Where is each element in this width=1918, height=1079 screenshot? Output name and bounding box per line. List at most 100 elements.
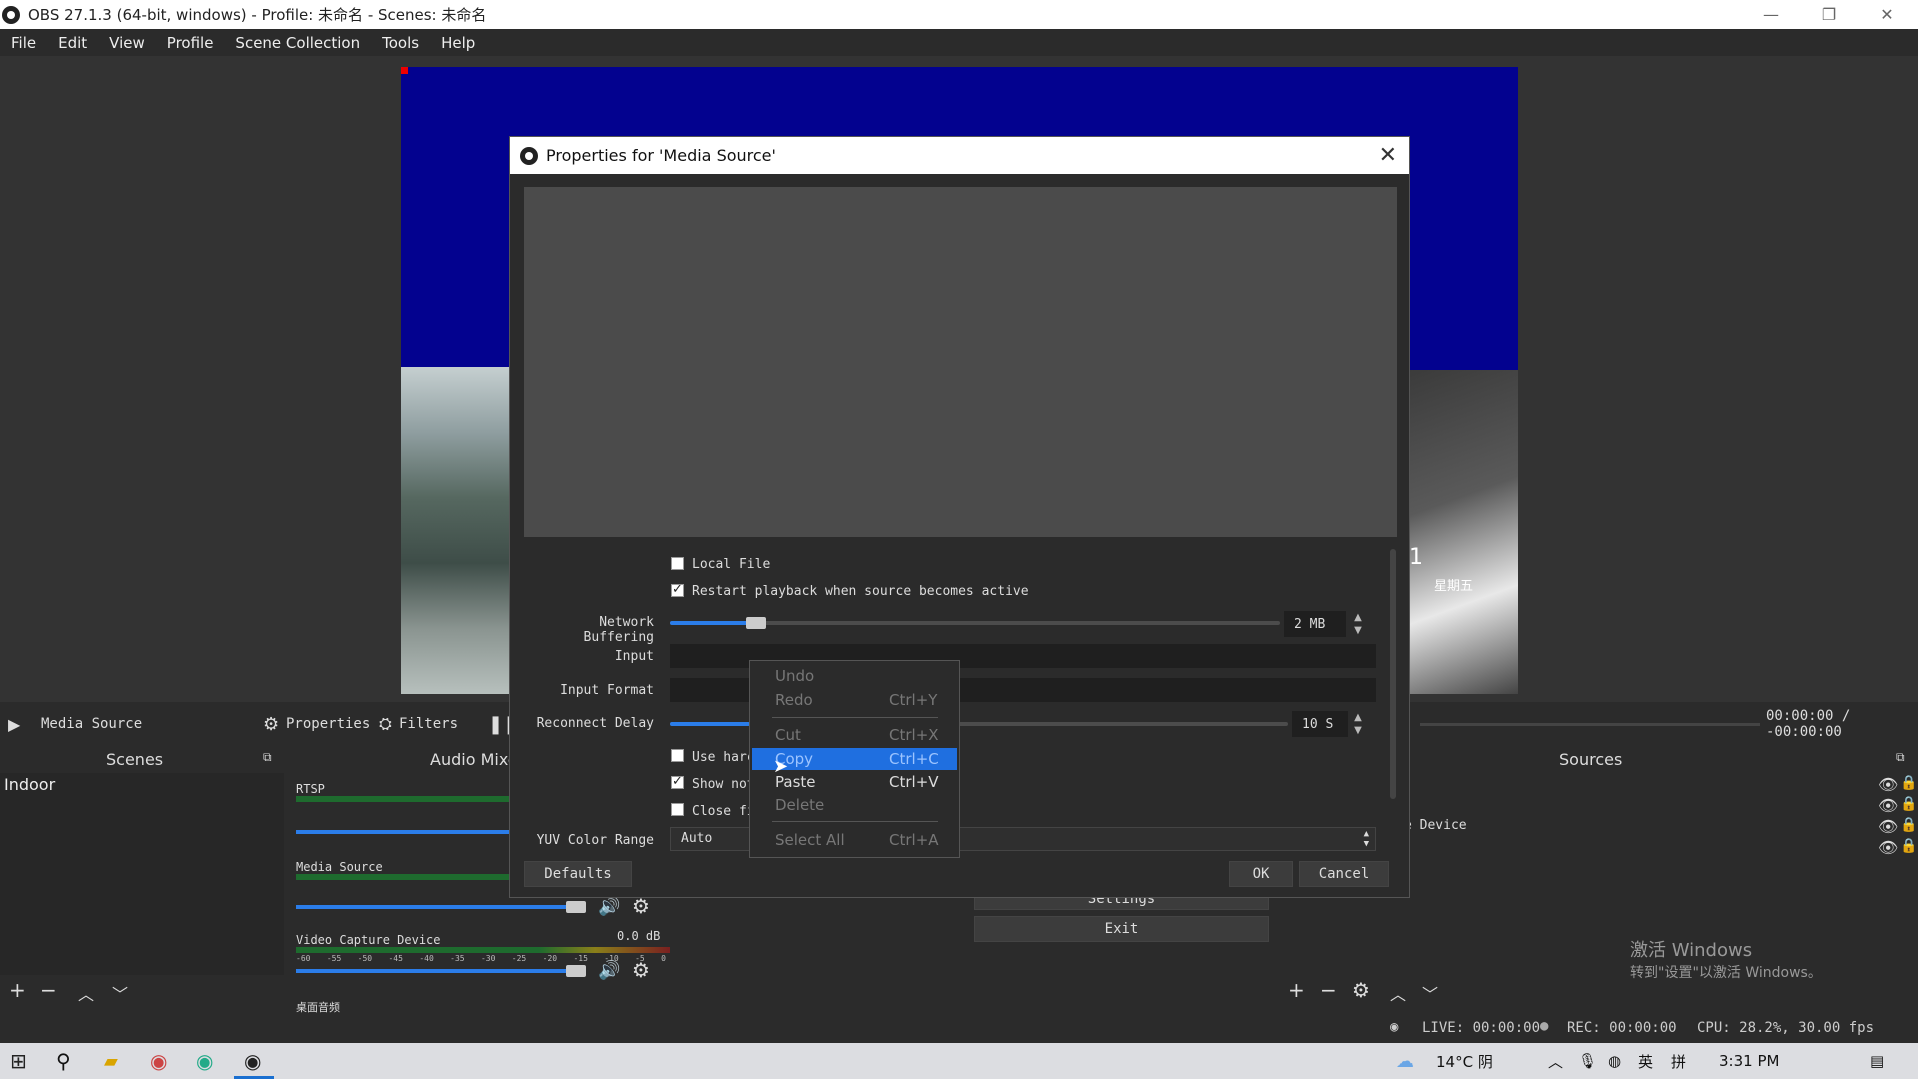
menu-view[interactable]: View (98, 34, 156, 52)
meter-tick: -50 (357, 954, 373, 963)
notification-icon[interactable]: ▤ (1870, 1052, 1884, 1070)
seek-bar[interactable] (1420, 723, 1760, 726)
source-properties-icon[interactable]: ⚙ (1352, 978, 1370, 1002)
ok-button[interactable]: OK (1229, 861, 1293, 887)
window-titlebar: OBS 27.1.3 (64-bit, windows) - Profile: … (0, 0, 1918, 29)
show-nothing-label: Show not (692, 777, 755, 792)
close-file-checkbox[interactable] (671, 803, 684, 816)
defaults-button[interactable]: Defaults (524, 861, 632, 887)
ime-language[interactable]: 英 (1638, 1051, 1653, 1072)
mute-icon[interactable]: 🔊 (598, 960, 620, 981)
lock-icon[interactable]: 🔒 (1900, 796, 1917, 812)
dialog-title: Properties for 'Media Source' (546, 146, 776, 165)
menu-item-select-all[interactable]: Select All Ctrl+A (752, 829, 957, 851)
spin-arrows-icon[interactable]: ▲ ▼ (1350, 711, 1366, 737)
exit-button[interactable]: Exit (974, 916, 1269, 942)
add-scene-icon[interactable]: + (9, 978, 26, 1002)
app-icon[interactable]: ◉ (150, 1049, 167, 1073)
taskbar-clock[interactable]: 3:31 PM (1719, 1052, 1779, 1070)
remove-source-icon[interactable]: − (1320, 978, 1337, 1002)
lock-icon[interactable]: 🔒 (1900, 817, 1917, 833)
lock-icon[interactable]: 🔒 (1900, 775, 1917, 791)
menu-file[interactable]: File (0, 34, 47, 52)
obs-taskbar-icon[interactable]: ◉ (244, 1049, 261, 1073)
audio-channel-name: 桌面音频 (296, 1001, 340, 1014)
file-explorer-icon[interactable]: ▰ (104, 1051, 118, 1072)
use-hardware-decoding-checkbox[interactable] (671, 749, 684, 762)
move-down-icon[interactable]: ﹀ (112, 981, 128, 1005)
lock-icon[interactable]: 🔒 (1900, 838, 1917, 854)
preview-handle[interactable] (401, 67, 408, 74)
remove-scene-icon[interactable]: − (40, 978, 57, 1002)
add-source-icon[interactable]: + (1288, 978, 1305, 1002)
chrome-icon[interactable]: ◉ (196, 1049, 213, 1073)
menu-item-undo[interactable]: Undo (752, 665, 957, 687)
volume-slider-thumb[interactable] (566, 901, 586, 913)
menu-item-delete[interactable]: Delete (752, 794, 957, 816)
spin-arrows-icon[interactable]: ▲ ▼ (1350, 611, 1366, 637)
menu-item-label: Undo (775, 667, 815, 685)
close-window-icon[interactable]: ✕ (1858, 0, 1916, 29)
reconnect-delay-slider-fill (670, 722, 750, 726)
network-buffering-spinbox[interactable]: 2 MB (1284, 611, 1346, 637)
menu-scene-collection[interactable]: Scene Collection (224, 34, 371, 52)
source-item-label[interactable]: e Device (1404, 818, 1467, 833)
menu-item-shortcut: Ctrl+Y (889, 691, 938, 709)
use-hardware-decoding-label: Use harc (692, 750, 755, 765)
filters-button[interactable]: Filters (399, 716, 458, 732)
scenes-list[interactable]: Indoor (0, 773, 284, 975)
volume-slider[interactable] (296, 969, 576, 973)
meter-tick: -60 (296, 954, 311, 963)
volume-slider[interactable] (296, 830, 516, 834)
visibility-eye-icon[interactable]: 👁 (1878, 817, 1898, 836)
show-nothing-checkbox[interactable] (671, 774, 684, 789)
properties-button[interactable]: Properties (286, 716, 370, 732)
menu-tools[interactable]: Tools (371, 34, 430, 52)
properties-scrollbar[interactable] (1390, 549, 1396, 799)
scene-item[interactable]: Indoor (0, 773, 284, 796)
audio-settings-icon[interactable]: ⚙ (632, 958, 650, 982)
weather-icon[interactable]: ☁ (1396, 1051, 1414, 1072)
reconnect-delay-spinbox[interactable]: 10 S (1292, 711, 1348, 737)
minimize-icon[interactable]: — (1742, 0, 1800, 29)
menu-profile[interactable]: Profile (156, 34, 225, 52)
menu-item-shortcut: Ctrl+C (889, 750, 939, 768)
search-icon[interactable]: ⚲ (56, 1049, 71, 1073)
mouse-cursor-icon: ➤ (773, 756, 789, 777)
microphone-icon[interactable]: 🎙 (1578, 1052, 1597, 1070)
local-file-checkbox[interactable] (671, 557, 684, 570)
menu-item-redo[interactable]: Redo Ctrl+Y (752, 689, 957, 711)
menu-item-shortcut: Ctrl+X (889, 726, 939, 744)
visibility-eye-icon[interactable]: 👁 (1878, 775, 1898, 794)
scenes-controls: + − ︿ ﹀ (0, 978, 284, 1006)
restart-playback-checkbox[interactable] (671, 582, 684, 597)
volume-slider-thumb[interactable] (566, 965, 586, 977)
tray-chevron-icon[interactable]: ︿ (1548, 1051, 1563, 1072)
dock-undock-icon[interactable]: ⧉ (263, 750, 272, 765)
dialog-close-icon[interactable]: ✕ (1379, 143, 1397, 168)
network-buffering-slider-thumb[interactable] (746, 617, 766, 629)
menu-item-cut[interactable]: Cut Ctrl+X (752, 724, 957, 746)
restore-icon[interactable]: ❐ (1800, 0, 1858, 29)
cancel-button[interactable]: Cancel (1299, 861, 1389, 887)
visibility-eye-icon[interactable]: 👁 (1878, 796, 1898, 815)
sources-undock-icon[interactable]: ⧉ (1896, 750, 1905, 765)
play-icon[interactable]: ▶ (8, 715, 20, 734)
menu-edit[interactable]: Edit (47, 34, 98, 52)
windows-start-icon[interactable]: ⊞ (10, 1049, 27, 1073)
menu-help[interactable]: Help (430, 34, 486, 52)
move-down-icon[interactable]: ﹀ (1422, 981, 1438, 1005)
input-label: Input (614, 649, 654, 664)
filter-icon[interactable]: ⛭ (379, 714, 392, 734)
move-up-icon[interactable]: ︿ (78, 981, 94, 1005)
menu-separator (772, 717, 938, 718)
mute-icon[interactable]: 🔊 (598, 896, 620, 917)
weather-text[interactable]: 14°C 阴 (1436, 1051, 1493, 1072)
volume-slider[interactable] (296, 905, 576, 909)
move-up-icon[interactable]: ︿ (1390, 981, 1406, 1005)
gear-icon[interactable]: ⚙ (263, 714, 279, 735)
visibility-eye-icon[interactable]: 👁 (1878, 838, 1898, 857)
network-icon[interactable]: ◍ (1608, 1052, 1621, 1070)
ime-mode[interactable]: 拼 (1671, 1051, 1686, 1072)
watermark-line2: 转到"设置"以激活 Windows。 (1630, 965, 1822, 981)
